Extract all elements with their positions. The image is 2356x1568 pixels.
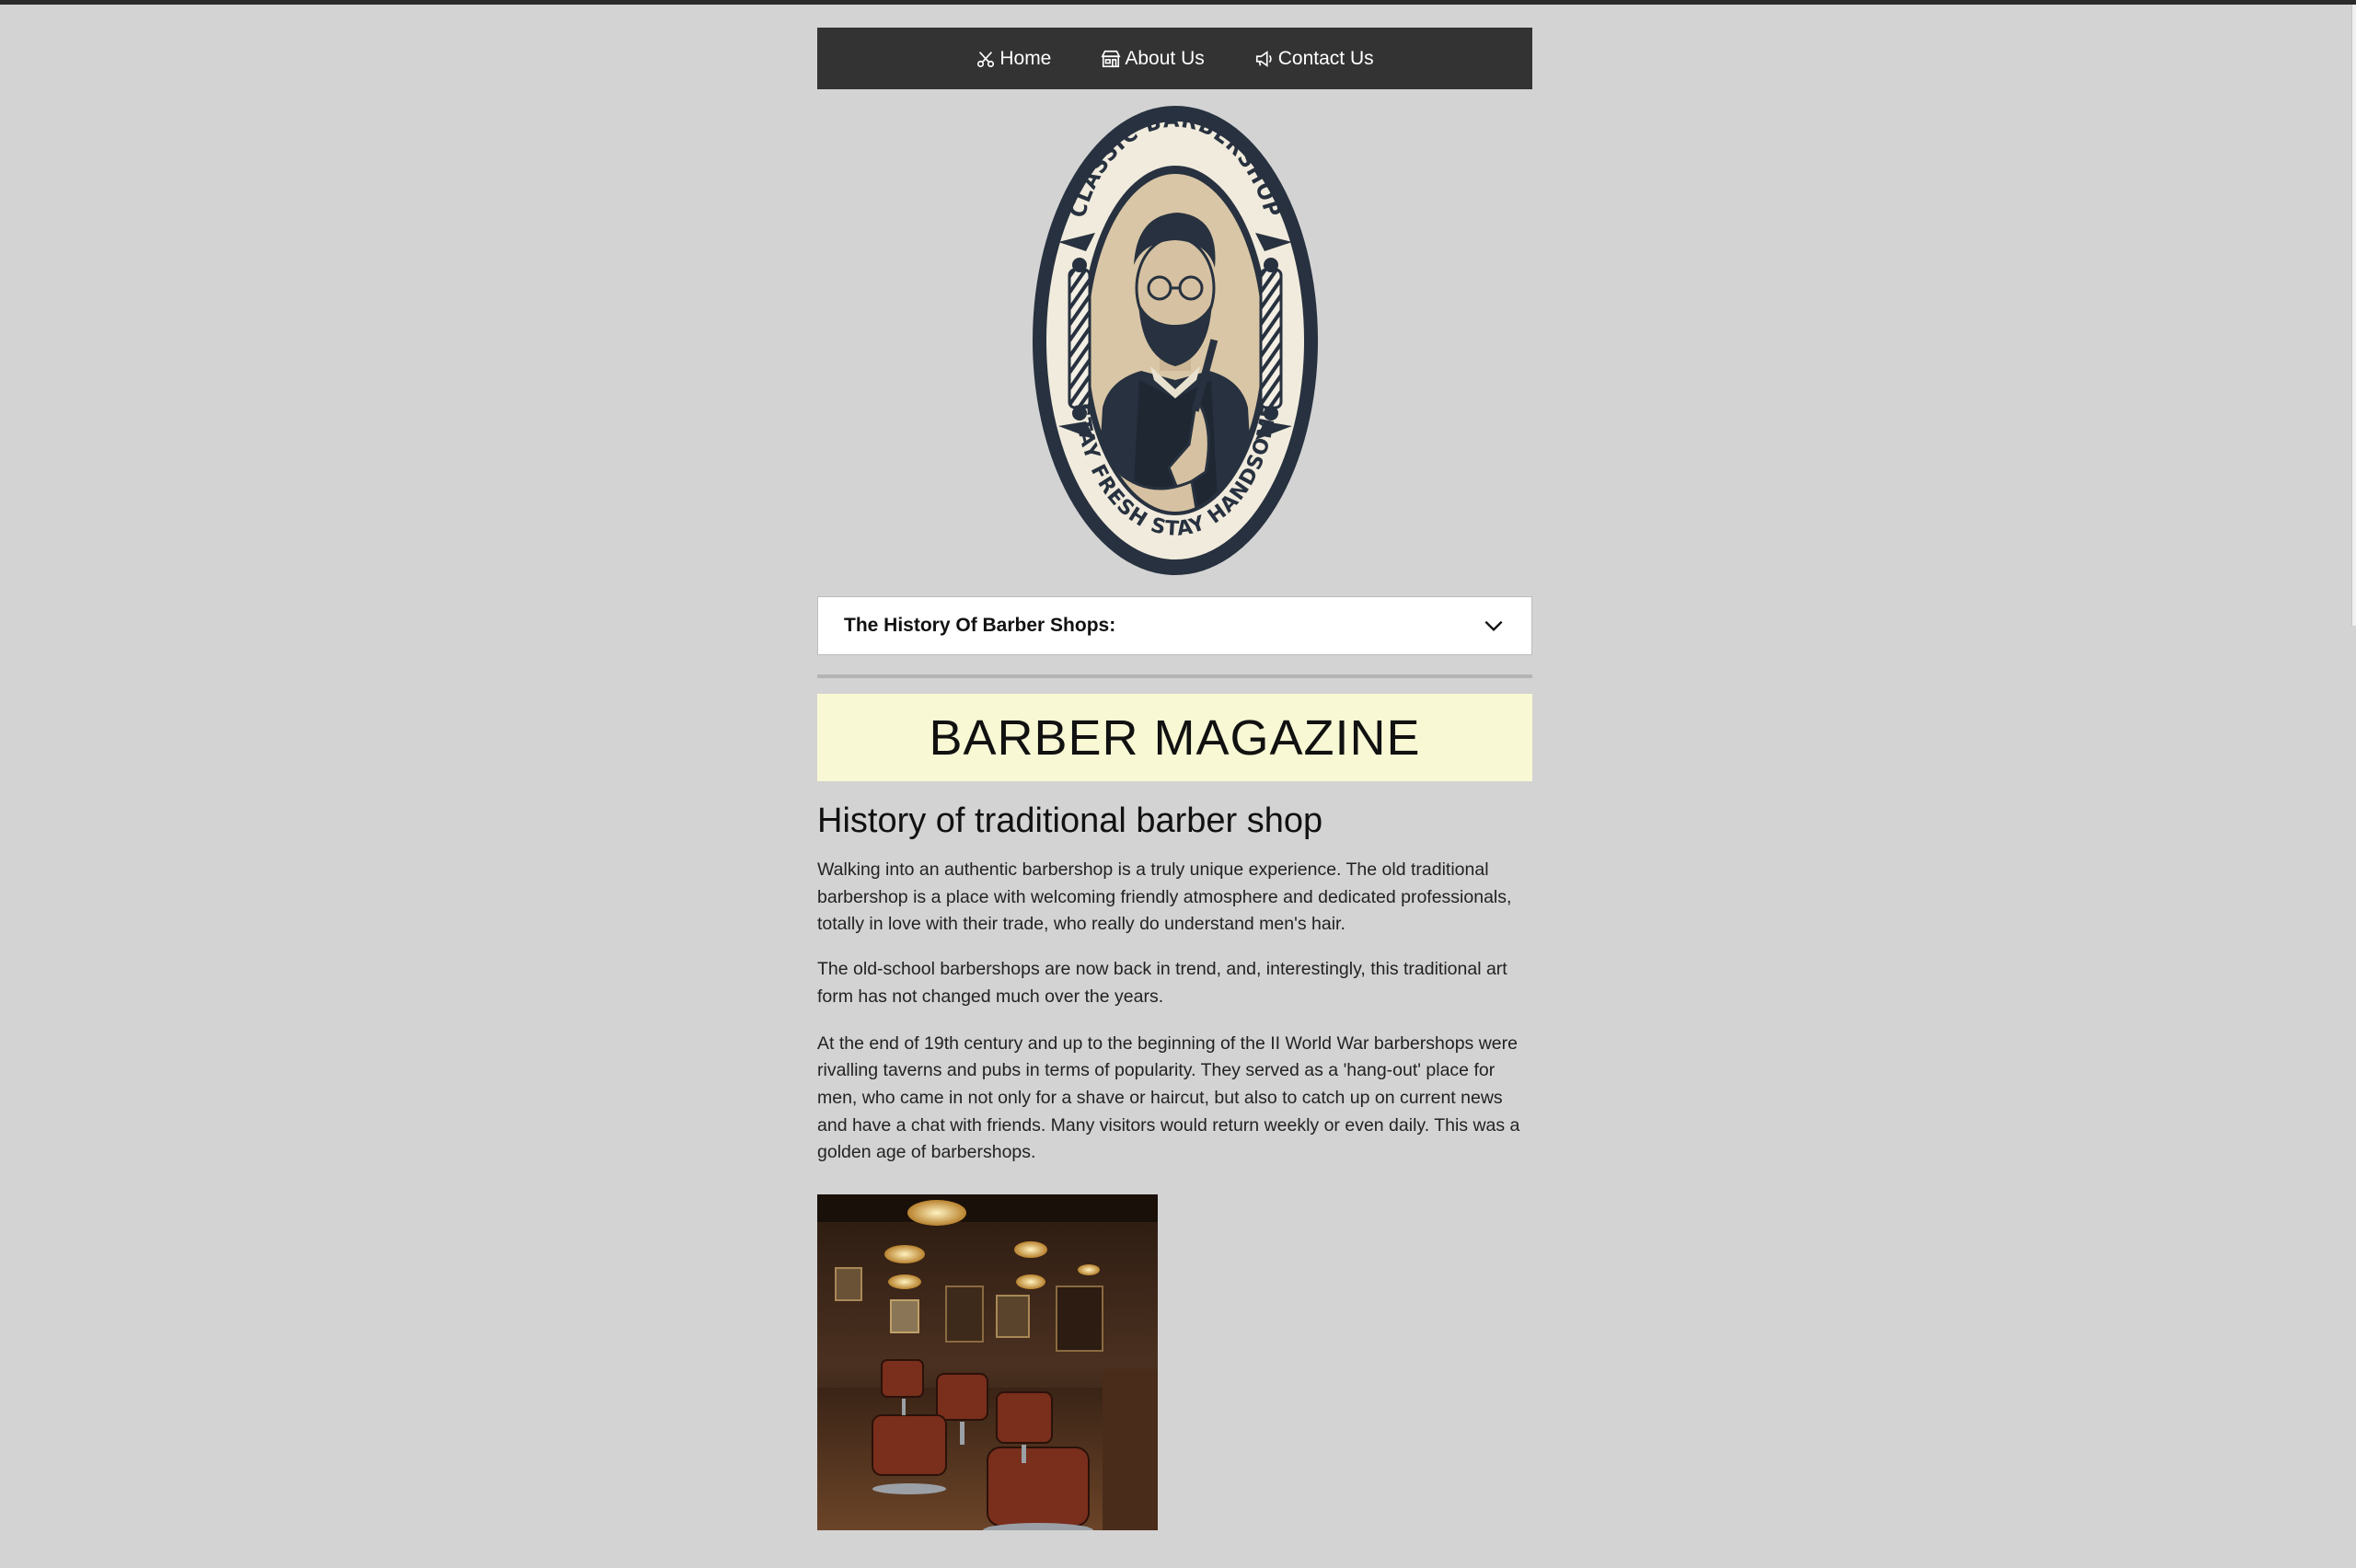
page-container: Home About Us Contact Us CLASSIC BARBERS…	[817, 28, 1532, 1531]
shop-icon	[1101, 50, 1121, 67]
scrollbar[interactable]	[2351, 5, 2356, 626]
logo-container: CLASSIC BARBERSHOP STAY FRESH STAY HANDS…	[817, 104, 1532, 577]
barbershop-logo: CLASSIC BARBERSHOP STAY FRESH STAY HANDS…	[1032, 106, 1318, 575]
megaphone-icon	[1255, 50, 1272, 67]
article-heading: History of traditional barber shop	[817, 801, 1323, 840]
article-paragraph-3: At the end of 19th century and up to the…	[817, 1032, 1520, 1163]
browser-top-bar	[0, 0, 2356, 5]
nav-contact-link[interactable]: Contact Us	[1254, 48, 1374, 70]
navbar: Home About Us Contact Us	[817, 28, 1532, 89]
history-accordion[interactable]: The History Of Barber Shops:	[817, 596, 1532, 655]
barbershop-interior-photo	[817, 1194, 1158, 1531]
nav-contact-label: Contact Us	[1277, 47, 1374, 69]
accordion-title: The History Of Barber Shops:	[844, 615, 1116, 636]
article-paragraph-1: Walking into an authentic barbershop is …	[817, 859, 1512, 935]
nav-home-link[interactable]: Home	[976, 48, 1051, 70]
nav-about-link[interactable]: About Us	[1101, 47, 1205, 70]
article-paragraph-2: The old-school barbershops are now back …	[817, 959, 1507, 1007]
nav-home-label: Home	[999, 47, 1052, 69]
scissors-icon	[977, 51, 995, 67]
nav-about-label: About Us	[1125, 47, 1205, 69]
magazine-banner: BARBER MAGAZINE	[817, 694, 1532, 781]
magazine-title: BARBER MAGAZINE	[929, 709, 1421, 766]
section-divider	[817, 674, 1532, 678]
chevron-down-icon	[1484, 620, 1503, 632]
